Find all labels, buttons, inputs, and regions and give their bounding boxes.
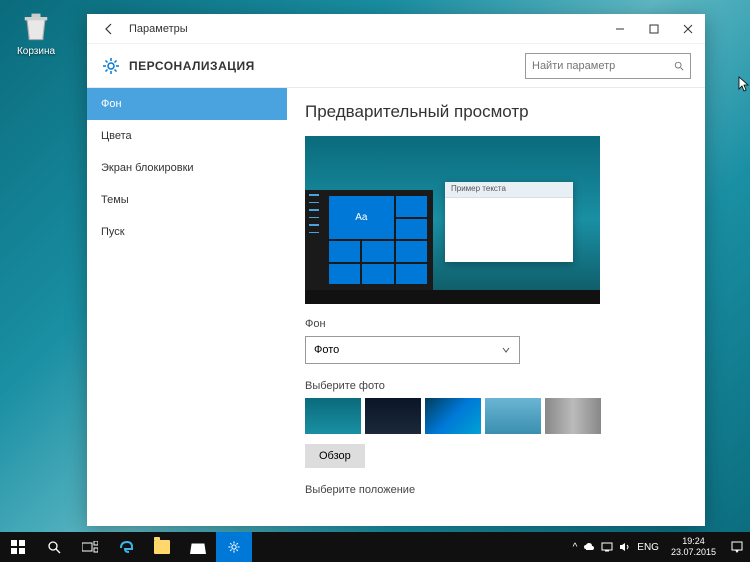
gear-icon <box>101 56 121 76</box>
preview-heading: Предварительный просмотр <box>305 102 687 122</box>
store-icon <box>190 540 206 554</box>
sidebar-item-lockscreen[interactable]: Экран блокировки <box>87 152 287 184</box>
settings-window: Параметры ПЕРСОНАЛИЗАЦИЯ Фон Цвета Экран… <box>87 14 705 526</box>
search-button[interactable] <box>36 532 72 562</box>
header-row: ПЕРСОНАЛИЗАЦИЯ <box>87 44 705 88</box>
body: Фон Цвета Экран блокировки Темы Пуск Пре… <box>87 88 705 526</box>
sidebar-item-start[interactable]: Пуск <box>87 216 287 248</box>
search-box[interactable] <box>525 53 691 79</box>
background-dropdown[interactable]: Фото <box>305 336 520 364</box>
photo-thumb-5[interactable] <box>545 398 601 434</box>
close-button[interactable] <box>671 15 705 43</box>
sidebar-item-background[interactable]: Фон <box>87 88 287 120</box>
recycle-bin-icon <box>18 8 54 44</box>
search-input[interactable] <box>532 60 674 72</box>
preview-sample-text: Пример текста <box>445 182 573 198</box>
tray-chevron-icon[interactable]: ^ <box>573 542 578 553</box>
photo-thumb-4[interactable] <box>485 398 541 434</box>
sidebar-item-colors[interactable]: Цвета <box>87 120 287 152</box>
preview-nav <box>305 190 323 290</box>
action-center-button[interactable] <box>728 532 746 562</box>
background-label: Фон <box>305 318 687 330</box>
content-area: Предварительный просмотр Aa <box>287 88 705 526</box>
mouse-cursor <box>738 76 750 94</box>
chevron-down-icon <box>501 345 511 355</box>
photo-thumbnails <box>305 398 687 434</box>
window-controls <box>603 15 705 43</box>
edge-button[interactable] <box>108 532 144 562</box>
maximize-button[interactable] <box>637 15 671 43</box>
volume-icon[interactable] <box>619 542 631 552</box>
back-button[interactable] <box>95 15 123 43</box>
choose-photo-label: Выберите фото <box>305 380 687 392</box>
store-button[interactable] <box>180 532 216 562</box>
window-title: Параметры <box>129 23 188 35</box>
onedrive-icon[interactable] <box>583 542 595 552</box>
settings-taskbar-button[interactable] <box>216 532 252 562</box>
choose-fit-label: Выберите положение <box>305 484 687 496</box>
minimize-button[interactable] <box>603 15 637 43</box>
photo-thumb-3[interactable] <box>425 398 481 434</box>
file-explorer-button[interactable] <box>144 532 180 562</box>
network-icon[interactable] <box>601 542 613 552</box>
sidebar: Фон Цвета Экран блокировки Темы Пуск <box>87 88 287 526</box>
aa-tile: Aa <box>329 196 394 239</box>
date: 23.07.2015 <box>671 547 716 558</box>
category-title: ПЕРСОНАЛИЗАЦИЯ <box>129 59 255 73</box>
recycle-bin-desktop-icon[interactable]: Корзина <box>8 8 64 57</box>
tray-icons[interactable]: ^ ENG <box>573 542 659 553</box>
titlebar: Параметры <box>87 14 705 44</box>
preview-start-menu: Aa <box>305 190 433 290</box>
photo-thumb-2[interactable] <box>365 398 421 434</box>
taskbar: ^ ENG 19:24 23.07.2015 <box>0 532 750 562</box>
preview-sample-window: Пример текста <box>445 182 573 262</box>
recycle-bin-label: Корзина <box>8 46 64 57</box>
start-button[interactable] <box>0 532 36 562</box>
search-icon <box>674 60 684 72</box>
system-tray: ^ ENG 19:24 23.07.2015 <box>573 532 750 562</box>
clock[interactable]: 19:24 23.07.2015 <box>667 536 720 558</box>
time: 19:24 <box>671 536 716 547</box>
browse-button[interactable]: Обзор <box>305 444 365 468</box>
photo-thumb-1[interactable] <box>305 398 361 434</box>
preview-taskbar <box>305 290 600 304</box>
sidebar-item-themes[interactable]: Темы <box>87 184 287 216</box>
desktop: Корзина Параметры ПЕРСОНАЛИЗАЦИЯ <box>0 0 750 562</box>
preview-tiles: Aa <box>323 190 433 290</box>
language-indicator[interactable]: ENG <box>637 542 659 553</box>
dropdown-value: Фото <box>314 344 339 356</box>
preview-box: Aa Пример текста <box>305 136 600 304</box>
folder-icon <box>154 540 170 554</box>
task-view-button[interactable] <box>72 532 108 562</box>
